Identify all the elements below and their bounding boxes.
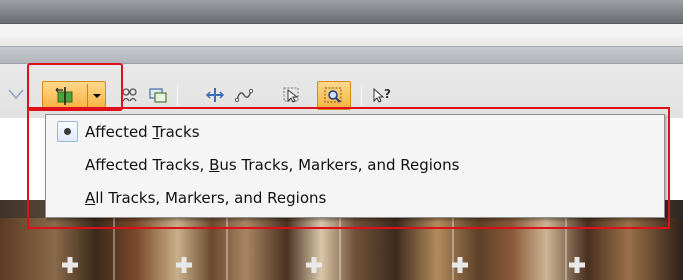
toolbar-separator [361, 85, 362, 105]
zoom-icon[interactable] [317, 81, 351, 110]
help-pointer-icon[interactable]: ? [370, 83, 394, 107]
clip-handle-icon[interactable] [58, 254, 82, 276]
track-strip [0, 46, 683, 64]
clip-handle-icon[interactable] [448, 254, 472, 276]
toolbar-separator [177, 85, 178, 105]
title-gap [0, 24, 683, 38]
clip-handle-icon[interactable] [302, 254, 326, 276]
annotation-highlight-button [27, 63, 123, 111]
annotation-highlight-menu [27, 107, 670, 229]
envelope-mode-icon[interactable] [4, 83, 28, 107]
clip-handle-icon[interactable] [565, 254, 589, 276]
split-icon[interactable] [203, 83, 227, 107]
clip-handle-icon[interactable] [172, 254, 196, 276]
svg-text:?: ? [384, 87, 391, 101]
selection-icon[interactable] [280, 83, 304, 107]
snapshot-icon[interactable] [146, 83, 170, 107]
window-title-bar [0, 0, 683, 24]
envelope-icon[interactable] [232, 83, 256, 107]
